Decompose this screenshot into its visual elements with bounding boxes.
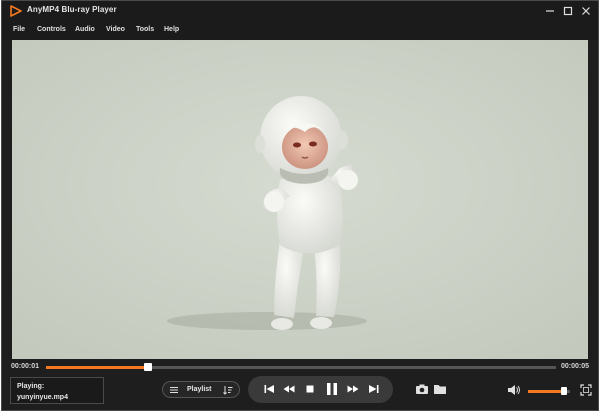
menu-bar: File Controls Audio Video Tools Help [2,22,598,40]
next-button[interactable] [367,382,381,396]
seek-progress [46,366,148,369]
video-display[interactable] [12,40,588,359]
now-playing-label: Playing: [17,383,45,390]
volume-handle[interactable] [560,387,567,395]
fast-forward-icon [347,385,359,393]
rewind-button[interactable] [282,382,296,396]
total-time: 00:00:05 [561,363,590,370]
menu-audio[interactable]: Audio [75,26,95,33]
playlist-label: Playlist [187,386,212,393]
play-logo-icon [10,5,22,17]
volume-icon[interactable] [507,384,521,396]
pause-icon [327,383,337,395]
stop-icon [306,385,314,393]
maximize-icon [563,6,573,16]
seek-bar[interactable] [46,363,556,371]
fast-forward-button[interactable] [346,382,360,396]
pause-button[interactable] [324,381,340,397]
window-title: AnyMP4 Blu-ray Player [27,5,117,14]
stop-button[interactable] [303,382,317,396]
close-icon [582,7,590,15]
now-playing-file: yunyinyue.mp4 [17,394,68,401]
skip-previous-icon [264,385,274,393]
character-shadow [167,312,367,330]
menu-controls[interactable]: Controls [37,26,66,33]
menu-video[interactable]: Video [106,26,125,33]
menu-file[interactable]: File [13,26,25,33]
volume-slider[interactable] [528,387,570,395]
maximize-button[interactable] [560,3,576,19]
menu-tools[interactable]: Tools [136,26,154,33]
playlist-button[interactable]: Playlist [162,381,240,398]
volume-level [528,390,564,393]
menu-help[interactable]: Help [164,26,179,33]
camera-icon [416,384,428,394]
character-body [277,173,343,254]
minimize-icon [546,10,554,12]
current-time: 00:00:01 [11,363,40,370]
folder-icon [434,385,446,394]
skip-next-icon [369,385,379,393]
close-button[interactable] [578,3,594,19]
transport-controls [248,376,393,403]
fullscreen-icon[interactable] [580,384,592,396]
list-icon [170,387,178,393]
minimize-button[interactable] [542,3,558,19]
sort-icon[interactable] [223,385,233,395]
rewind-icon [283,385,295,393]
open-folder-button[interactable] [433,382,447,396]
title-bar: AnyMP4 Blu-ray Player [2,1,598,22]
previous-button[interactable] [262,382,276,396]
seek-handle[interactable] [144,363,152,371]
snapshot-button[interactable] [415,382,429,396]
now-playing-box: Playing: yunyinyue.mp4 [10,377,104,404]
player-window: AnyMP4 Blu-ray Player File Controls Audi… [1,0,599,411]
video-frame [12,40,588,359]
